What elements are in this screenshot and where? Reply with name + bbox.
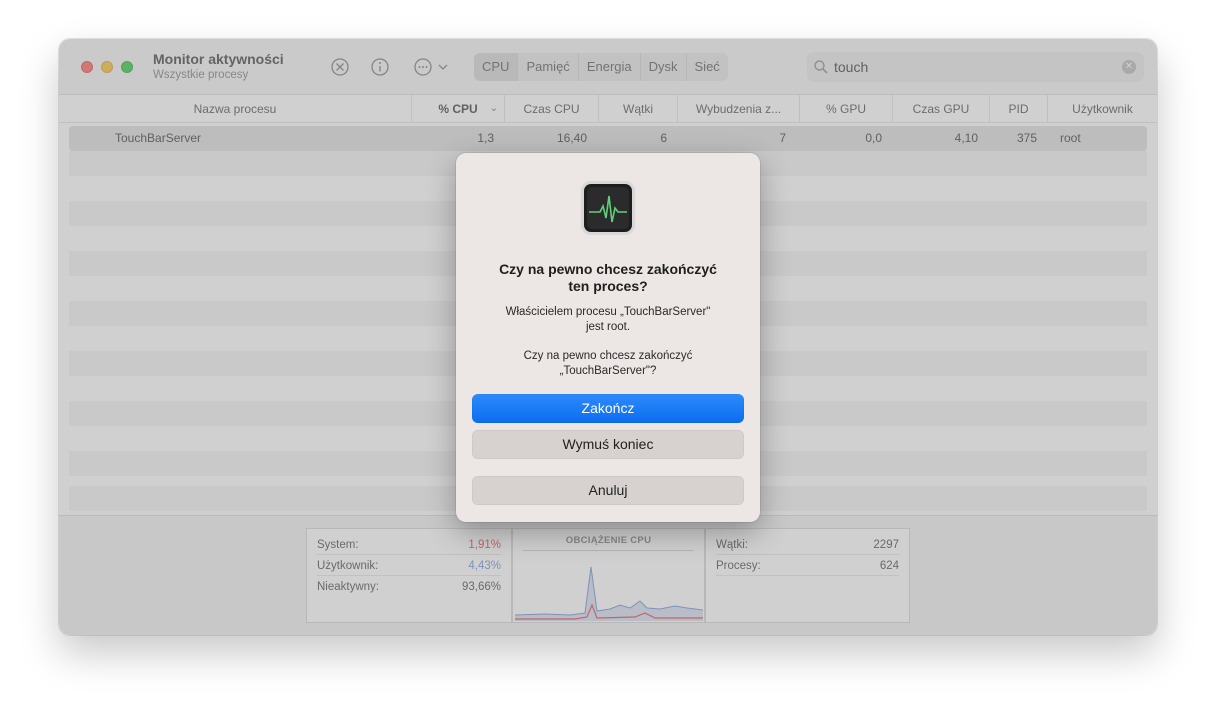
owner-message-line-1: Właścicielem procesu „TouchBarServer" — [505, 306, 711, 318]
quit-process-dialog: Czy na pewno chcesz zakończyć ten proces… — [456, 153, 760, 522]
dialog-title-line-1: Czy na pewno chcesz zakończyć — [499, 261, 717, 277]
confirm-message-line-2: „TouchBarServer"? — [559, 365, 657, 377]
dialog-confirm-message: Czy na pewno chcesz zakończyć „TouchBarS… — [486, 349, 730, 379]
owner-message-line-2: jest root. — [585, 321, 631, 333]
activity-monitor-window: Monitor aktywności Wszystkie procesy CPU… — [59, 39, 1157, 635]
confirm-message-line-1: Czy na pewno chcesz zakończyć — [523, 350, 693, 362]
force-quit-button[interactable]: Wymuś koniec — [472, 430, 744, 459]
activity-monitor-app-icon — [581, 181, 635, 235]
dialog-title-line-2: ten proces? — [568, 278, 648, 294]
dialog-title: Czy na pewno chcesz zakończyć ten proces… — [476, 261, 740, 295]
cancel-button[interactable]: Anuluj — [472, 476, 744, 505]
dialog-owner-message: Właścicielem procesu „TouchBarServer" je… — [486, 305, 730, 335]
quit-button[interactable]: Zakończ — [472, 394, 744, 423]
